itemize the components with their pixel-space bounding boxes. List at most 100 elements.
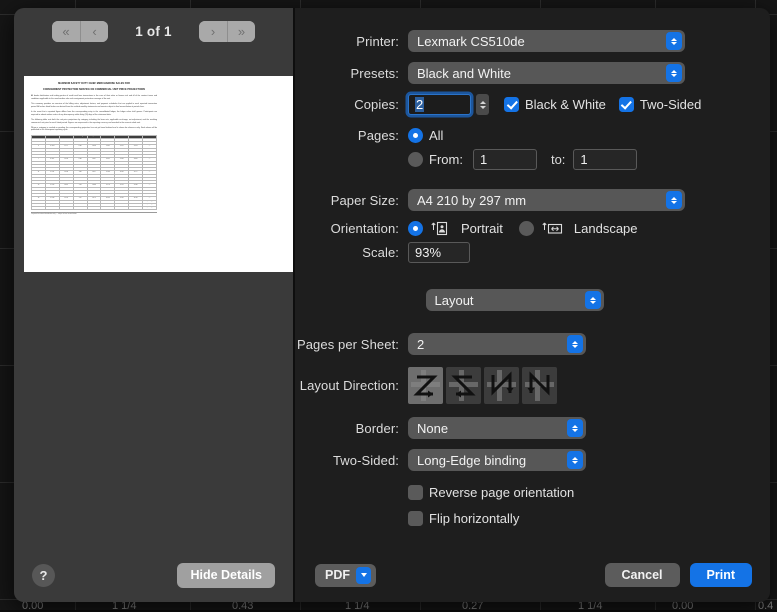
previous-page-icon[interactable]: ‹ [80,21,108,42]
layout-direction-options [408,367,557,404]
print-dialog: « ‹ 1 of 1 › » MAXIMUM SAFETY DUTY CHIEF… [14,8,770,602]
reverse-page-row: Reverse page orientation [295,485,752,500]
chevron-updown-icon [666,32,682,50]
presets-select[interactable]: Black and White [408,62,685,84]
pages-range-radio[interactable]: From: [408,152,463,167]
copies-stepper[interactable] [476,94,489,115]
layout-direction-option-z-right-down[interactable] [408,367,443,404]
pages-from-value: 1 [480,152,487,167]
checkbox-unchecked-icon [408,511,423,526]
reverse-page-orientation-label: Reverse page orientation [429,485,574,500]
presets-label: Presets: [295,66,408,81]
document-table-cell: 1.082 [87,207,101,210]
paper-size-row: Paper Size: A4 210 by 297 mm [295,189,752,211]
document-table-row: 22P-12215.781.281.08217.0616.3316.69pend… [32,207,157,210]
paper-size-label: Paper Size: [295,193,408,208]
chevron-updown-icon [666,64,682,82]
orientation-row: Orientation: Portrait [295,221,752,236]
flip-horizontally-label: Flip horizontally [429,511,519,526]
layout-direction-label: Layout Direction: [295,378,408,393]
pdf-menu-button[interactable]: PDF [315,564,376,587]
black-and-white-checkbox[interactable]: Black & White [504,97,606,112]
portrait-page-icon [431,221,451,236]
print-pane-value: Layout [435,293,474,308]
two-sided-row: Two-Sided: Long-Edge binding [295,449,752,471]
print-preview-pane: « ‹ 1 of 1 › » MAXIMUM SAFETY DUTY CHIEF… [14,8,293,602]
copies-row: Copies: 2 Black & White Two-Sided [295,94,752,115]
pages-to-value: 1 [580,152,587,167]
layout-direction-option-z-left-down[interactable] [446,367,481,404]
first-page-icon[interactable]: « [52,21,80,42]
next-page-icon[interactable]: › [199,21,227,42]
two-sided-value: Long-Edge binding [417,453,526,468]
hide-details-button[interactable]: Hide Details [177,563,275,588]
pages-per-sheet-value: 2 [417,337,424,352]
printer-select[interactable]: Lexmark CS510de [408,30,685,52]
page-counter: 1 of 1 [135,24,171,39]
pages-from-input[interactable]: 1 [473,149,537,170]
document-paragraph: All dealer distributors and trading part… [31,95,157,101]
document-title-line-2: CONSIGNMENT PROTECTION SERVICE ON COMMER… [31,88,157,91]
help-button[interactable]: ? [32,564,55,587]
copies-value: 2 [415,97,424,112]
preview-bottom-bar: ? Hide Details [14,548,293,602]
print-button[interactable]: Print [690,563,752,587]
orientation-landscape-radio[interactable]: Landscape [519,221,638,236]
radio-selected-icon [408,128,423,143]
chevron-down-icon [356,567,371,584]
printer-label: Printer: [295,34,408,49]
black-and-white-label: Black & White [525,97,606,112]
scale-value: 93% [415,245,441,260]
flip-horizontally-checkbox[interactable]: Flip horizontally [408,511,519,526]
pages-all-radio[interactable]: All [408,128,443,143]
document-table-cell: 15.78 [59,207,73,210]
printer-value: Lexmark CS510de [417,34,525,49]
document-table-cell: P-122 [45,207,59,210]
two-sided-checkbox[interactable]: Two-Sided [619,97,701,112]
document-title-line-1: MAXIMUM SAFETY DUTY CHIEF MERCHANDISE SA… [31,82,157,85]
preview-back-controls[interactable]: « ‹ [52,21,108,42]
document-table-body: 1P-10112.400.851.03413.2512.9113.08—2P-1… [32,138,157,210]
pages-per-sheet-select[interactable]: 2 [408,333,586,355]
border-select[interactable]: None [408,417,586,439]
pages-to-label: to: [551,152,565,167]
printer-row: Printer: Lexmark CS510de [295,30,752,52]
copies-input[interactable]: 2 [408,94,471,115]
layout-direction-option-n-down-right[interactable] [484,367,519,404]
document-paragraph: This summary provides an overview of the… [31,103,157,109]
reverse-page-orientation-checkbox[interactable]: Reverse page orientation [408,485,574,500]
pages-per-sheet-row: Pages per Sheet: 2 [295,333,752,355]
landscape-page-icon [542,221,564,236]
document-paragraph: In the event that a reported figure diff… [31,111,157,117]
orientation-portrait-label: Portrait [461,221,503,236]
pdf-label: PDF [325,568,350,582]
two-sided-select[interactable]: Long-Edge binding [408,449,586,471]
orientation-portrait-radio[interactable]: Portrait [408,221,503,236]
cancel-button[interactable]: Cancel [605,563,680,587]
orientation-label: Orientation: [295,221,408,236]
pages-to-input[interactable]: 1 [573,149,637,170]
preview-forward-controls[interactable]: › » [199,21,255,42]
border-value: None [417,421,448,436]
radio-selected-icon [408,221,423,236]
document-thumbnail[interactable]: MAXIMUM SAFETY DUTY CHIEF MERCHANDISE SA… [24,76,164,272]
z-right-down-arrow-icon [408,367,443,404]
flip-horizontally-row: Flip horizontally [295,511,752,526]
presets-row: Presets: Black and White [295,62,752,84]
document-table-cell: 22 [32,207,46,210]
document-table-cell: 16.33 [115,207,129,210]
pages-all-row: Pages: All [295,128,752,143]
pages-range-row: From: 1 to: 1 [295,149,752,170]
layout-direction-option-n-down-left[interactable] [522,367,557,404]
scale-input[interactable]: 93% [408,242,470,263]
two-sided-label: Two-Sided: [295,453,408,468]
last-page-icon[interactable]: » [227,21,255,42]
print-pane-select[interactable]: Layout [426,289,604,311]
dialog-action-bar: PDF Cancel Print [295,548,770,602]
paper-size-select[interactable]: A4 210 by 297 mm [408,189,685,211]
pages-all-label: All [429,128,443,143]
radio-unselected-icon [519,221,534,236]
scale-row: Scale: 93% [295,242,752,263]
document-table-cell: 16.69 [129,207,143,210]
checkbox-unchecked-icon [408,485,423,500]
